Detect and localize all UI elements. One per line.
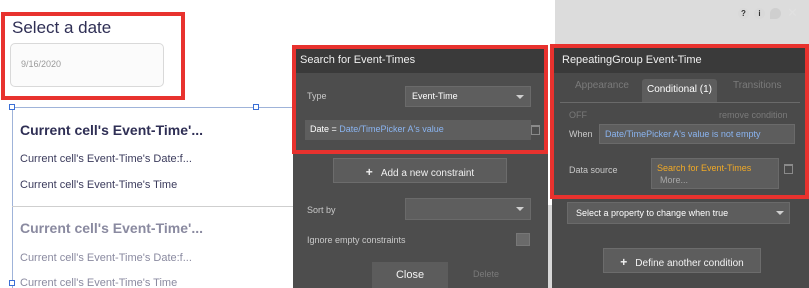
- comment-icon[interactable]: [770, 8, 781, 19]
- add-constraint-label: Add a new constraint: [380, 168, 475, 179]
- info-icon[interactable]: i: [754, 8, 765, 19]
- highlight-date-picker: [1, 12, 185, 100]
- cell-divider: [12, 206, 294, 207]
- cell-header[interactable]: Current cell's Event-Time'...: [20, 122, 203, 138]
- resize-handle-top-left[interactable]: [9, 104, 15, 110]
- cell-time-text[interactable]: Current cell's Event-Time's Time: [20, 179, 177, 191]
- chevron-down-icon[interactable]: [516, 207, 524, 211]
- cell-date-text[interactable]: Current cell's Event-Time's Date:f...: [20, 153, 192, 165]
- help-icon[interactable]: ?: [738, 8, 749, 19]
- property-select[interactable]: Select a property to change when true: [567, 202, 790, 224]
- highlight-search-panel: [292, 45, 548, 154]
- cell-time-text: Current cell's Event-Time's Time: [20, 277, 178, 288]
- cell-date-text: Current cell's Event-Time's Date:f...: [20, 252, 192, 264]
- resize-handle-top-middle[interactable]: [253, 104, 259, 110]
- sort-by-label: Sort by: [307, 205, 336, 215]
- delete-button[interactable]: Delete: [473, 269, 499, 279]
- add-constraint-button[interactable]: + Add a new constraint: [333, 158, 507, 183]
- chevron-down-icon[interactable]: [776, 211, 784, 215]
- define-condition-label: Define another condition: [635, 258, 744, 269]
- define-condition-button[interactable]: + Define another condition: [603, 248, 761, 273]
- resize-handle-left-bottom[interactable]: [9, 280, 15, 286]
- sort-by-select[interactable]: [405, 198, 531, 220]
- plus-icon: +: [365, 165, 373, 179]
- ignore-empty-label: Ignore empty constraints: [307, 235, 406, 245]
- close-button[interactable]: Close: [372, 262, 448, 288]
- cell-header: Current cell's Event-Time'...: [20, 220, 204, 236]
- close-icon[interactable]: ✕: [787, 5, 798, 21]
- plus-icon: +: [620, 255, 628, 269]
- highlight-property-panel: [550, 44, 809, 199]
- ignore-empty-checkbox[interactable]: [516, 233, 530, 246]
